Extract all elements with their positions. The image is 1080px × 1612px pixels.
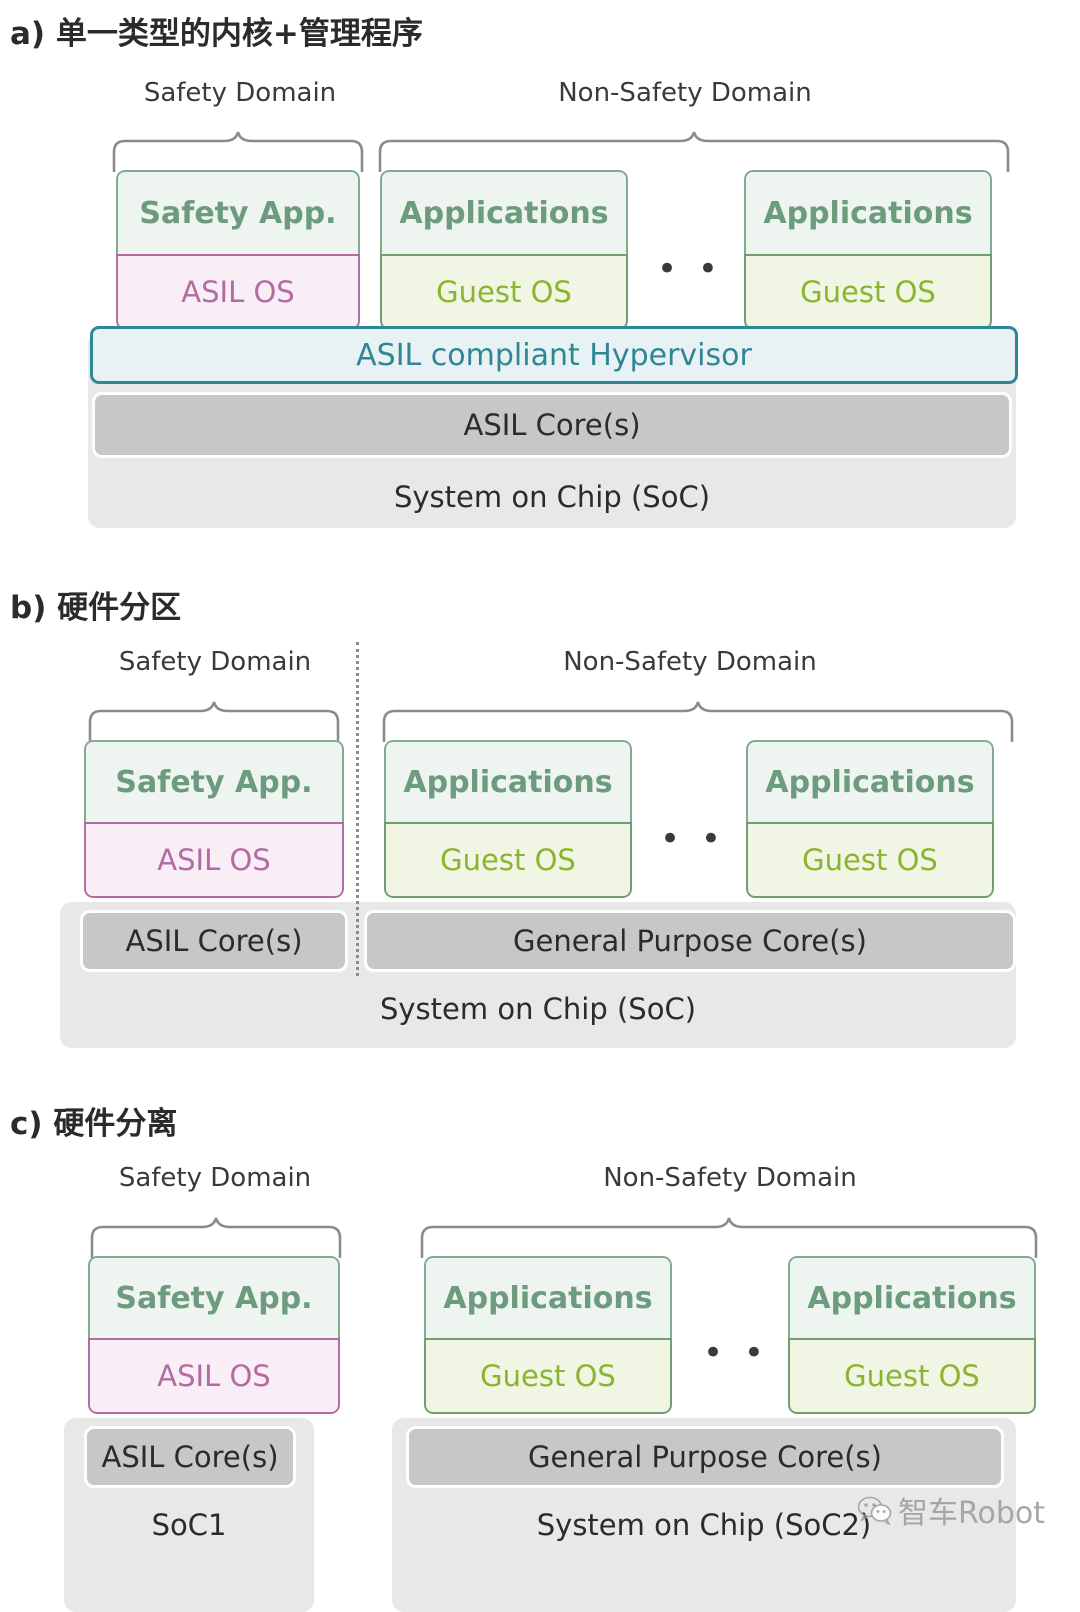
section-b-safety-app: Safety App. [84, 740, 344, 822]
section-b-asil-os: ASIL OS [84, 822, 344, 898]
section-b-asil-core: ASIL Core(s) [80, 910, 348, 972]
section-b-app-stack-2: Applications Guest OS [746, 740, 994, 898]
section-b-applications-1: Applications [384, 740, 632, 822]
watermark: 智车Robot [857, 1488, 1046, 1532]
section-a-title: a) 单一类型的内核+管理程序 [10, 16, 423, 52]
section-c-asil-core: ASIL Core(s) [84, 1426, 296, 1488]
section-c-gp-core: General Purpose Core(s) [406, 1426, 1004, 1488]
section-b-soc-label: System on Chip (SoC) [379, 992, 697, 1026]
section-b-safety-domain-label: Safety Domain [118, 647, 312, 677]
section-c-applications-2: Applications [788, 1256, 1036, 1338]
section-b-nonsafety-domain-label: Non-Safety Domain [563, 647, 817, 677]
diagram-page: a) 单一类型的内核+管理程序 Safety Domain Non-Safety… [0, 0, 1080, 1612]
section-a-asil-core: ASIL Core(s) [92, 392, 1012, 458]
section-a-safety-domain-label: Safety Domain [143, 78, 337, 108]
section-c-app-stack-2: Applications Guest OS [788, 1256, 1036, 1414]
section-b-domain-divider [356, 642, 359, 976]
section-c-safety-domain-label: Safety Domain [118, 1163, 312, 1193]
section-a-guest-os-2: Guest OS [744, 254, 992, 330]
section-a-nonsafety-brace [378, 130, 1010, 172]
section-b-title: b) 硬件分区 [10, 590, 182, 626]
section-a-asil-os: ASIL OS [116, 254, 360, 330]
section-a-safety-app: Safety App. [116, 170, 360, 254]
section-a-soc-label: System on Chip (SoC) [393, 480, 711, 514]
section-b-applications-2: Applications [746, 740, 994, 822]
section-c-nonsafety-brace [420, 1216, 1038, 1258]
section-a-app-stack-2: Applications Guest OS [744, 170, 992, 330]
section-a-hypervisor: ASIL compliant Hypervisor [90, 326, 1018, 384]
section-a-nonsafety-domain-label: Non-Safety Domain [558, 78, 812, 108]
section-c-safety-stack: Safety App. ASIL OS [88, 1256, 340, 1414]
section-c-title: c) 硬件分离 [10, 1106, 178, 1142]
section-b-app-stack-1: Applications Guest OS [384, 740, 632, 898]
section-b-guest-os-1: Guest OS [384, 822, 632, 898]
section-c-safety-app: Safety App. [88, 1256, 340, 1338]
section-c-guest-os-2: Guest OS [788, 1338, 1036, 1414]
section-c-nonsafety-domain-label: Non-Safety Domain [603, 1163, 857, 1193]
watermark-text: 智车Robot [898, 1496, 1046, 1531]
section-c-asil-os: ASIL OS [88, 1338, 340, 1414]
section-a-safety-stack: Safety App. ASIL OS [116, 170, 360, 330]
section-a-applications-2: Applications [744, 170, 992, 254]
section-c-soc1-label: SoC1 [151, 1508, 227, 1542]
section-a-safety-brace [112, 130, 364, 172]
section-c-applications-1: Applications [424, 1256, 672, 1338]
section-b-guest-os-2: Guest OS [746, 822, 994, 898]
section-c-guest-os-1: Guest OS [424, 1338, 672, 1414]
section-a-guest-os-1: Guest OS [380, 254, 628, 330]
wechat-icon [857, 1495, 892, 1527]
section-a-applications-1: Applications [380, 170, 628, 254]
section-c-app-stack-1: Applications Guest OS [424, 1256, 672, 1414]
section-b-safety-stack: Safety App. ASIL OS [84, 740, 344, 898]
section-b-gp-core: General Purpose Core(s) [364, 910, 1016, 972]
section-c-safety-brace [90, 1216, 342, 1258]
section-a-app-stack-1: Applications Guest OS [380, 170, 628, 330]
section-b-safety-brace [88, 700, 340, 742]
section-b-nonsafety-brace [382, 700, 1014, 742]
